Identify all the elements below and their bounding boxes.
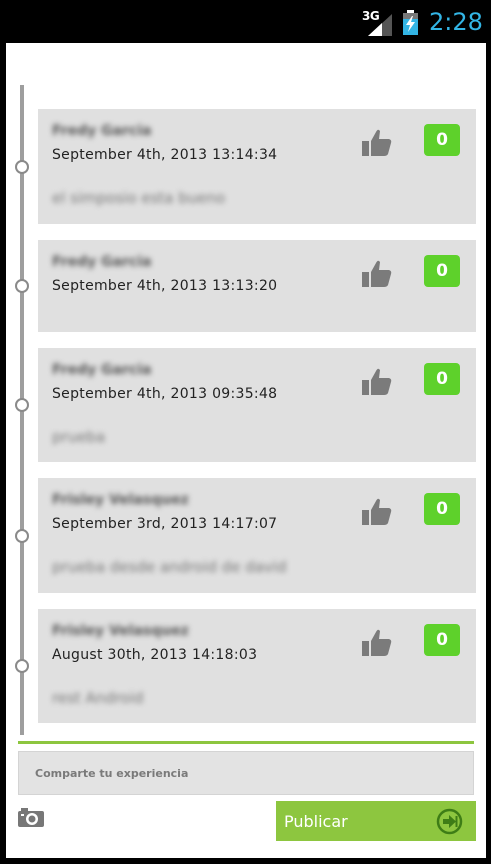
thumbs-up-icon[interactable] bbox=[361, 259, 393, 289]
like-count-badge: 0 bbox=[424, 124, 460, 156]
post-message: el simposio esta bueno bbox=[52, 189, 226, 207]
comment-placeholder: Comparte tu experiencia bbox=[35, 767, 189, 780]
like-count-badge: 0 bbox=[424, 363, 460, 395]
timeline-node bbox=[15, 659, 29, 673]
post-card[interactable]: Frisley Velasquez August 30th, 2013 14:1… bbox=[38, 609, 476, 723]
comment-input[interactable]: Comparte tu experiencia bbox=[18, 751, 474, 795]
post-author: Fredy Garcia bbox=[52, 362, 152, 378]
post-author: Fredy Garcia bbox=[52, 123, 152, 139]
thumbs-up-icon[interactable] bbox=[361, 367, 393, 397]
post-message: prueba desde android de david bbox=[52, 558, 287, 576]
timeline-node bbox=[15, 529, 29, 543]
composer-divider bbox=[18, 741, 474, 744]
post-date: September 4th, 2013 13:13:20 bbox=[52, 278, 278, 294]
post-card[interactable]: Fredy Garcia September 4th, 2013 13:14:3… bbox=[38, 109, 476, 224]
timeline-node bbox=[15, 398, 29, 412]
clock: 2:28 bbox=[429, 8, 483, 36]
timeline-node bbox=[15, 279, 29, 293]
camera-icon[interactable] bbox=[17, 807, 45, 829]
thumbs-up-icon[interactable] bbox=[361, 128, 393, 158]
app-screen: Fredy Garcia September 4th, 2013 13:14:3… bbox=[6, 43, 486, 858]
post-card[interactable]: Frisley Velasquez September 3rd, 2013 14… bbox=[38, 478, 476, 593]
post-author: Fredy Garcia bbox=[52, 254, 152, 270]
post-message: prueba bbox=[52, 428, 106, 446]
post-date: August 30th, 2013 14:18:03 bbox=[52, 647, 258, 663]
thumbs-up-icon[interactable] bbox=[361, 628, 393, 658]
signal-icon bbox=[368, 14, 392, 36]
post-date: September 3rd, 2013 14:17:07 bbox=[52, 516, 278, 532]
battery-charging-icon bbox=[403, 10, 418, 35]
like-count-badge: 0 bbox=[424, 255, 460, 287]
publish-button[interactable]: Publicar bbox=[276, 801, 476, 841]
post-date: September 4th, 2013 13:14:34 bbox=[52, 147, 278, 163]
post-author: Frisley Velasquez bbox=[52, 492, 189, 508]
timeline-node bbox=[15, 160, 29, 174]
send-arrow-icon bbox=[436, 808, 463, 835]
like-count-badge: 0 bbox=[424, 624, 460, 656]
post-card[interactable]: Fredy Garcia September 4th, 2013 13:13:2… bbox=[38, 240, 476, 332]
post-author: Frisley Velasquez bbox=[52, 623, 189, 639]
status-bar: 3G 2:28 bbox=[0, 0, 491, 43]
post-date: September 4th, 2013 09:35:48 bbox=[52, 386, 278, 402]
publish-label: Publicar bbox=[284, 812, 348, 831]
thumbs-up-icon[interactable] bbox=[361, 497, 393, 527]
post-message: rest Android bbox=[52, 689, 144, 707]
like-count-badge: 0 bbox=[424, 493, 460, 525]
post-card[interactable]: Fredy Garcia September 4th, 2013 09:35:4… bbox=[38, 348, 476, 462]
